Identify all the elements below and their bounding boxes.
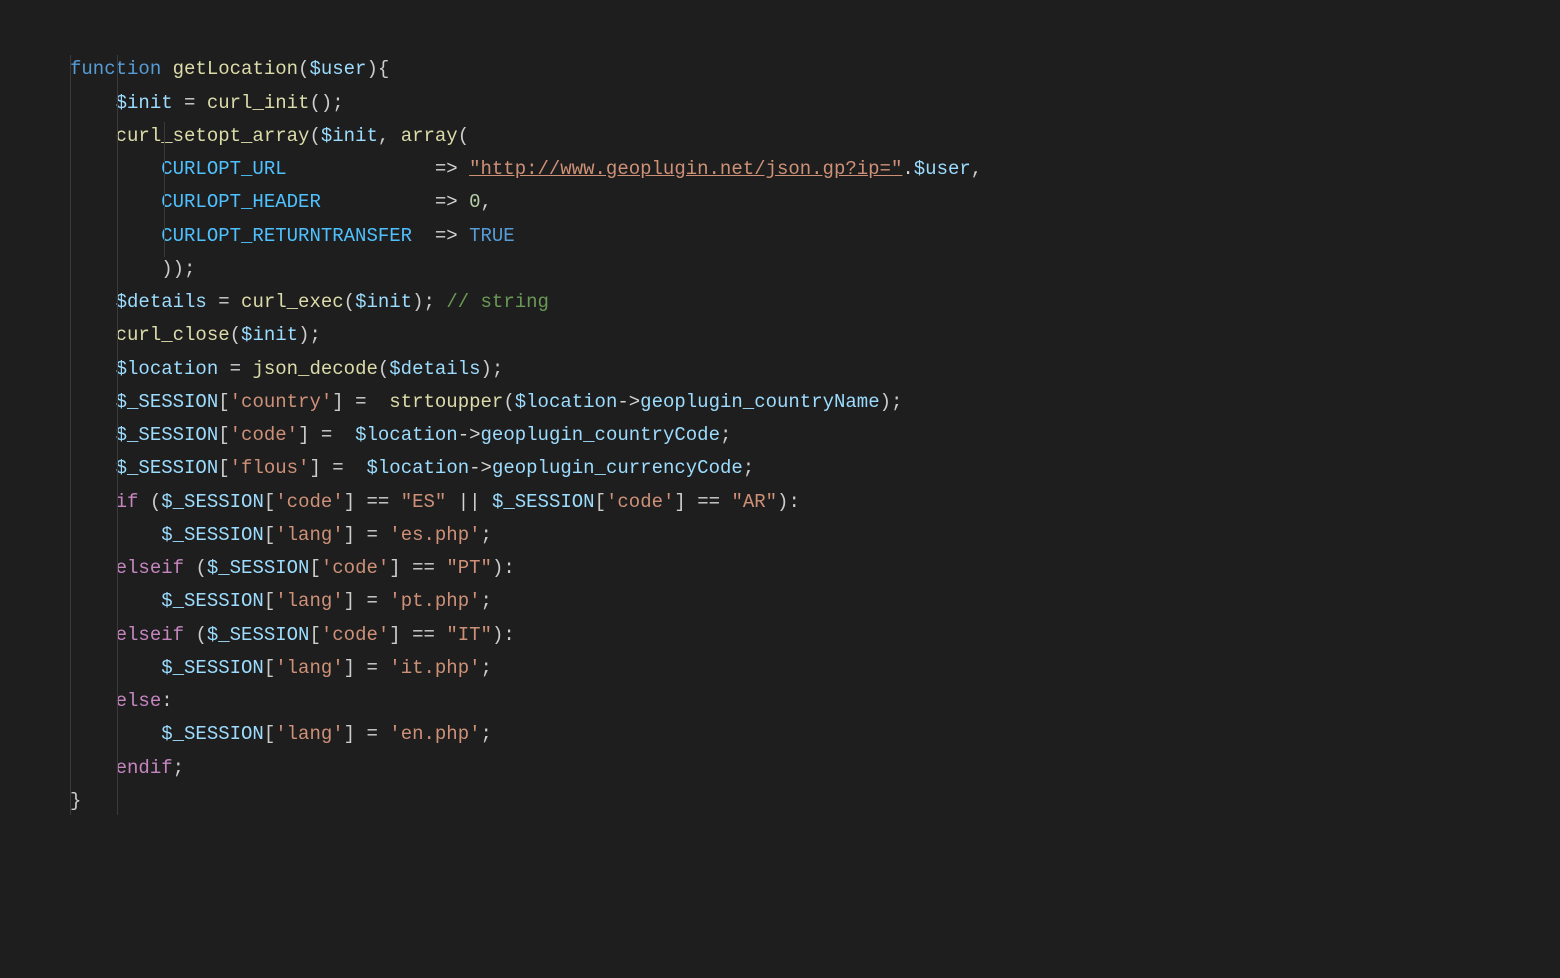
var-init-ref: $init: [321, 125, 378, 147]
var-init-ref3: $init: [241, 324, 298, 346]
prop-country-name: geoplugin_countryName: [640, 391, 879, 413]
fn-json-decode: json_decode: [252, 358, 377, 380]
var-location-ref2: $location: [355, 424, 458, 446]
str-it-php: 'it.php': [389, 657, 480, 679]
fn-strtoupper: strtoupper: [389, 391, 503, 413]
indent-guide-3: [164, 122, 165, 257]
indent-guide-2: [117, 55, 118, 815]
key-lang: 'lang': [275, 524, 343, 546]
param-user: $user: [309, 58, 366, 80]
key-code: 'code': [230, 424, 298, 446]
str-pt-php: 'pt.php': [389, 590, 480, 612]
comment-string: // string: [446, 291, 549, 313]
var-location-ref3: $location: [367, 457, 470, 479]
fn-curl-close: curl_close: [116, 324, 230, 346]
function-name: getLocation: [173, 58, 298, 80]
keyword-elseif: elseif: [116, 557, 184, 579]
keyword-else: else: [116, 690, 162, 712]
var-location-ref1: $location: [515, 391, 618, 413]
var-session-ref9: $_SESSION: [207, 624, 310, 646]
indent-guide-1: [70, 55, 71, 815]
str-es-php: 'es.php': [389, 524, 480, 546]
str-pt: "PT": [446, 557, 492, 579]
key-code-ref1: 'code': [275, 491, 343, 513]
const-curlopt-header: CURLOPT_HEADER: [161, 191, 321, 213]
key-code-ref4: 'code': [321, 624, 389, 646]
fn-curl-setopt-array: curl_setopt_array: [116, 125, 310, 147]
keyword-function: function: [70, 58, 161, 80]
key-lang-ref2: 'lang': [275, 590, 343, 612]
str-it: "IT": [446, 624, 492, 646]
key-code-ref2: 'code': [606, 491, 674, 513]
var-session-ref7: $_SESSION: [207, 557, 310, 579]
var-location: $location: [116, 358, 219, 380]
keyword-true: TRUE: [469, 225, 515, 247]
var-session-ref5: $_SESSION: [492, 491, 595, 513]
fn-array: array: [401, 125, 458, 147]
var-session: $_SESSION: [116, 391, 219, 413]
prop-country-code: geoplugin_countryCode: [481, 424, 720, 446]
var-session-ref11: $_SESSION: [161, 723, 264, 745]
str-ar: "AR": [731, 491, 777, 513]
fn-curl-exec: curl_exec: [241, 291, 344, 313]
var-session-ref3: $_SESSION: [116, 457, 219, 479]
prop-currency-code: geoplugin_currencyCode: [492, 457, 743, 479]
key-flous: 'flous': [230, 457, 310, 479]
var-session-ref10: $_SESSION: [161, 657, 264, 679]
str-en-php: 'en.php': [389, 723, 480, 745]
var-details-ref: $details: [389, 358, 480, 380]
string-url: "http://www.geoplugin.net/json.gp?ip=": [469, 158, 902, 180]
var-user-concat: $user: [914, 158, 971, 180]
code-editor[interactable]: function getLocation($user){ $init = cur…: [0, 0, 1560, 938]
number-zero: 0: [469, 191, 480, 213]
keyword-endif: endif: [116, 757, 173, 779]
const-curlopt-url: CURLOPT_URL: [161, 158, 286, 180]
var-session-ref4: $_SESSION: [161, 491, 264, 513]
var-session-ref2: $_SESSION: [116, 424, 219, 446]
const-curlopt-returntransfer: CURLOPT_RETURNTRANSFER: [161, 225, 412, 247]
var-init-ref2: $init: [355, 291, 412, 313]
keyword-if: if: [116, 491, 139, 513]
key-country: 'country': [230, 391, 333, 413]
key-code-ref3: 'code': [321, 557, 389, 579]
var-session-ref8: $_SESSION: [161, 590, 264, 612]
var-details: $details: [116, 291, 207, 313]
key-lang-ref4: 'lang': [275, 723, 343, 745]
var-session-ref6: $_SESSION: [161, 524, 264, 546]
var-init: $init: [116, 92, 173, 114]
key-lang-ref3: 'lang': [275, 657, 343, 679]
str-es: "ES": [401, 491, 447, 513]
fn-curl-init: curl_init: [207, 92, 310, 114]
keyword-elseif-2: elseif: [116, 624, 184, 646]
